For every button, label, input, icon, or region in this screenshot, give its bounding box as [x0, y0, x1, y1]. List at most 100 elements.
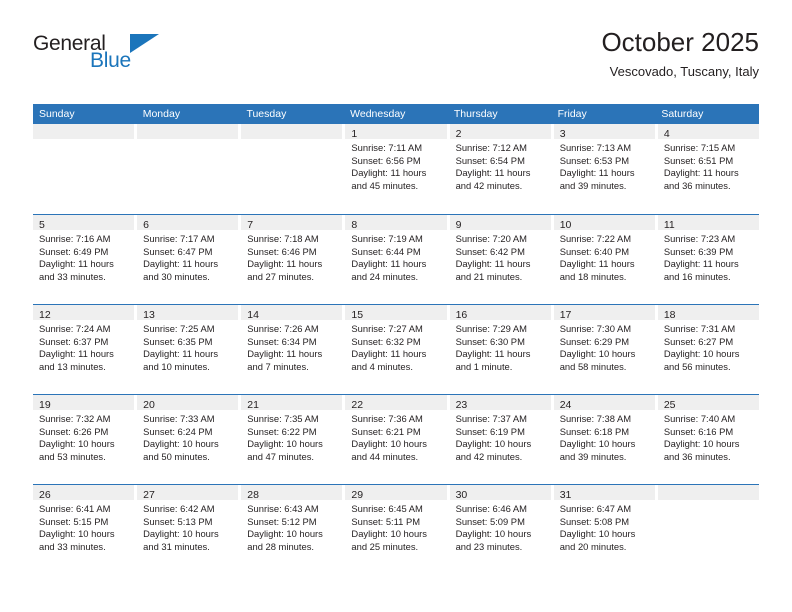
daylight-text-line1: Daylight: 11 hours [455, 167, 531, 179]
calendar-weeks: 1 Sunrise: 7:11 AM Sunset: 6:56 PM Daylight… [33, 124, 759, 574]
day-details: Sunrise: 7:19 AM Sunset: 6:44 PM Daylight:… [345, 230, 446, 283]
calendar-day-cell[interactable]: 4 Sunrise: 7:15 AM Sunset: 6:51 PM Daylight… [657, 124, 759, 214]
day-number: 18 [663, 309, 676, 321]
weekday-header-friday: Friday [557, 108, 587, 120]
calendar-day-cell[interactable]: 12 Sunrise: 7:24 AM Sunset: 6:37 PM Dayligh… [33, 305, 135, 394]
calendar-day-cell[interactable]: 11 Sunrise: 7:23 AM Sunset: 6:39 PM Dayligh… [657, 215, 759, 304]
day-number: 14 [247, 309, 259, 321]
calendar-day-cell[interactable]: 9 Sunrise: 7:20 AM Sunset: 6:42 PM Daylight… [449, 215, 551, 304]
daylight-text-line1: Daylight: 11 hours [351, 258, 427, 270]
sunrise-text: Sunrise: 6:46 AM [455, 503, 527, 514]
calendar-day-cell[interactable]: 18 Sunrise: 7:31 AM Sunset: 6:27 PM Dayligh… [657, 305, 759, 394]
sunset-text: Sunset: 5:09 PM [455, 515, 525, 527]
day-number-band: 18 [657, 305, 759, 321]
day-details: Sunrise: 7:36 AM Sunset: 6:21 PM Daylight:… [345, 410, 446, 463]
daylight-text-line1: Daylight: 11 hours [559, 258, 635, 270]
calendar-day-cell[interactable]: 23 Sunrise: 7:37 AM Sunset: 6:19 PM Dayligh… [449, 395, 551, 484]
daylight-text-line1: Daylight: 10 hours [455, 528, 532, 540]
calendar-day-cell[interactable]: 10 Sunrise: 7:22 AM Sunset: 6:40 PM Dayligh… [553, 215, 655, 304]
day-details: Sunrise: 7:31 AM Sunset: 6:27 PM Daylight:… [658, 320, 759, 373]
day-number: 1 [351, 128, 358, 140]
day-number: 8 [351, 219, 358, 231]
day-details: Sunrise: 6:47 AM Sunset: 5:08 PM Daylight:… [554, 500, 655, 553]
day-number: 22 [351, 399, 364, 411]
daylight-text-line2: and 27 minutes. [247, 270, 314, 282]
sunset-text: Sunset: 5:12 PM [247, 515, 317, 527]
day-number: 31 [559, 489, 572, 501]
daylight-text-line2: and 33 minutes. [39, 270, 106, 282]
calendar-day-cell[interactable]: 8 Sunrise: 7:19 AM Sunset: 6:44 PM Daylight… [345, 215, 447, 304]
calendar-day-cell[interactable]: 26 Sunrise: 6:41 AM Sunset: 5:15 PM Dayligh… [33, 485, 135, 574]
day-number: 17 [559, 309, 572, 321]
sunrise-text: Sunrise: 7:15 AM [663, 142, 736, 153]
day-number: 2 [455, 128, 462, 140]
day-details [658, 500, 759, 503]
calendar-day-cell[interactable]: 7 Sunrise: 7:18 AM Sunset: 6:46 PM Daylight… [241, 215, 343, 304]
day-number-band [657, 485, 759, 500]
day-details: Sunrise: 7:37 AM Sunset: 6:19 PM Daylight:… [450, 410, 551, 463]
day-details: Sunrise: 7:33 AM Sunset: 6:24 PM Daylight:… [137, 410, 238, 463]
calendar-day-cell[interactable]: 6 Sunrise: 7:17 AM Sunset: 6:47 PM Daylight… [137, 215, 239, 304]
calendar-day-cell[interactable]: 15 Sunrise: 7:27 AM Sunset: 6:32 PM Dayligh… [345, 305, 447, 394]
sunrise-text: Sunrise: 7:24 AM [39, 323, 111, 334]
day-number-band: 2 [449, 124, 551, 140]
day-details: Sunrise: 7:17 AM Sunset: 6:47 PM Daylight:… [137, 230, 238, 283]
sunrise-text: Sunrise: 7:37 AM [455, 413, 527, 424]
page-header: General Blue October 2025 Vescovado, Tus… [33, 26, 759, 100]
weekday-header-wednesday: Wednesday [350, 108, 406, 120]
daylight-text-line1: Daylight: 10 hours [143, 438, 219, 450]
general-blue-logo: General Blue [33, 32, 233, 88]
day-number-band: 6 [137, 215, 239, 231]
sunrise-text: Sunrise: 7:25 AM [143, 323, 215, 334]
calendar-day-cell[interactable]: 21 Sunrise: 7:35 AM Sunset: 6:22 PM Dayligh… [241, 395, 343, 484]
day-number-band: 16 [449, 305, 551, 321]
calendar-day-cell[interactable]: 17 Sunrise: 7:30 AM Sunset: 6:29 PM Dayligh… [553, 305, 655, 394]
daylight-text-line2: and 39 minutes. [559, 450, 627, 462]
calendar-week-row: 26 Sunrise: 6:41 AM Sunset: 5:15 PM Dayligh… [33, 484, 759, 574]
day-number-band: 26 [33, 485, 135, 501]
day-number-band: 14 [241, 305, 343, 321]
calendar-day-cell[interactable]: 27 Sunrise: 6:42 AM Sunset: 5:13 PM Dayligh… [137, 485, 239, 574]
calendar-day-cell[interactable]: 5 Sunrise: 7:16 AM Sunset: 6:49 PM Daylight… [33, 215, 135, 304]
day-number: 13 [143, 309, 155, 321]
calendar-day-cell[interactable]: 25 Sunrise: 7:40 AM Sunset: 6:16 PM Dayligh… [657, 395, 759, 484]
calendar-day-cell[interactable]: 1 Sunrise: 7:11 AM Sunset: 6:56 PM Daylight… [345, 124, 447, 214]
calendar-day-cell[interactable]: 14 Sunrise: 7:26 AM Sunset: 6:34 PM Dayligh… [241, 305, 343, 394]
day-number: 25 [663, 399, 676, 411]
day-details: Sunrise: 7:32 AM Sunset: 6:26 PM Daylight:… [33, 410, 134, 463]
calendar-week-row: 5 Sunrise: 7:16 AM Sunset: 6:49 PM Daylight… [33, 214, 759, 304]
sunset-text: Sunset: 6:39 PM [663, 245, 734, 257]
day-details: Sunrise: 7:30 AM Sunset: 6:29 PM Daylight:… [554, 320, 655, 373]
day-number: 24 [559, 399, 572, 411]
calendar-day-cell[interactable]: 31 Sunrise: 6:47 AM Sunset: 5:08 PM Dayligh… [553, 485, 655, 574]
sunrise-text: Sunrise: 7:27 AM [351, 323, 423, 334]
sunrise-text: Sunrise: 7:26 AM [247, 323, 319, 334]
day-number-band: 12 [33, 305, 135, 321]
calendar-day-cell[interactable]: 28 Sunrise: 6:43 AM Sunset: 5:12 PM Dayligh… [241, 485, 343, 574]
calendar-day-cell[interactable]: 2 Sunrise: 7:12 AM Sunset: 6:54 PM Daylight… [449, 124, 551, 214]
day-number: 11 [663, 219, 675, 231]
calendar-day-cell[interactable]: 22 Sunrise: 7:36 AM Sunset: 6:21 PM Dayligh… [345, 395, 447, 484]
calendar-day-cell[interactable]: 24 Sunrise: 7:38 AM Sunset: 6:18 PM Dayligh… [553, 395, 655, 484]
day-number: 7 [247, 219, 254, 231]
calendar-day-cell[interactable]: 3 Sunrise: 7:13 AM Sunset: 6:53 PM Daylight… [553, 124, 655, 214]
calendar-day-cell[interactable]: 13 Sunrise: 7:25 AM Sunset: 6:35 PM Dayligh… [137, 305, 239, 394]
daylight-text-line2: and 36 minutes. [663, 450, 731, 462]
sunrise-text: Sunrise: 7:18 AM [247, 233, 319, 244]
logo-triangle-icon [130, 34, 159, 53]
sunrise-text: Sunrise: 7:12 AM [455, 142, 527, 153]
day-details [241, 139, 342, 142]
sunrise-text: Sunrise: 7:30 AM [559, 323, 632, 334]
daylight-text-line2: and 7 minutes. [247, 360, 309, 372]
daylight-text-line1: Daylight: 11 hours [143, 348, 219, 360]
calendar-day-cell[interactable]: 19 Sunrise: 7:32 AM Sunset: 6:26 PM Dayligh… [33, 395, 135, 484]
calendar-day-cell[interactable]: 30 Sunrise: 6:46 AM Sunset: 5:09 PM Dayligh… [449, 485, 551, 574]
sunrise-text: Sunrise: 7:16 AM [39, 233, 111, 244]
calendar-day-cell[interactable]: 20 Sunrise: 7:33 AM Sunset: 6:24 PM Dayligh… [137, 395, 239, 484]
day-number: 6 [143, 219, 149, 231]
day-number-band: 27 [137, 485, 239, 501]
daylight-text-line1: Daylight: 10 hours [247, 528, 323, 540]
calendar-day-cell[interactable]: 16 Sunrise: 7:29 AM Sunset: 6:30 PM Dayligh… [449, 305, 551, 394]
calendar-day-cell[interactable]: 29 Sunrise: 6:45 AM Sunset: 5:11 PM Dayligh… [345, 485, 447, 574]
day-number-band [137, 124, 239, 139]
